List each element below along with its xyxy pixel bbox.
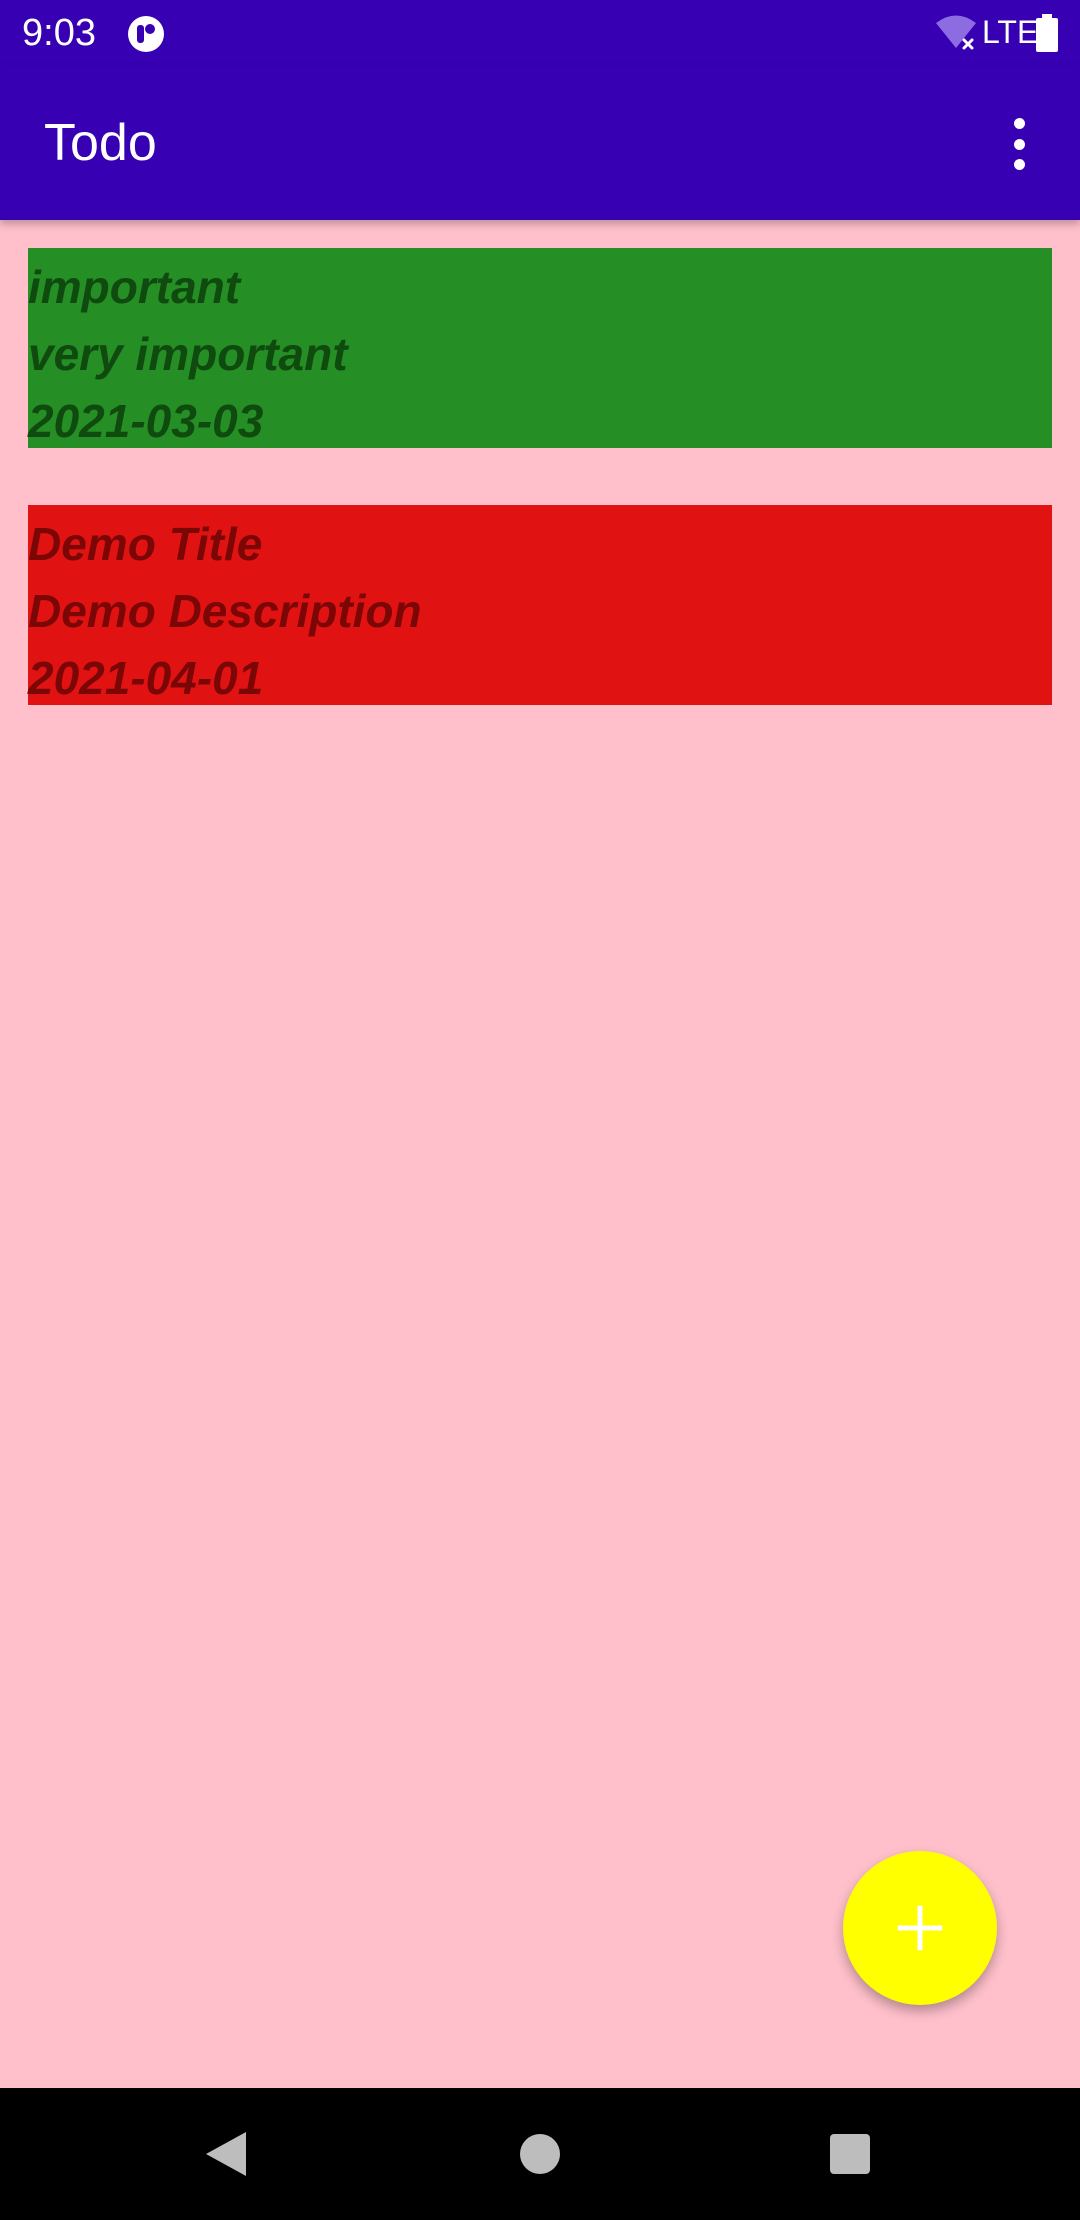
- app-bar: Todo: [0, 66, 1080, 220]
- menu-dot: [1013, 159, 1025, 170]
- todo-title: Demo Title: [28, 518, 263, 570]
- wifi-off-icon: [936, 15, 976, 50]
- todo-item[interactable]: Demo Title Demo Description 2021-04-01: [28, 505, 1052, 705]
- menu-dot: [1013, 138, 1025, 150]
- navigation-bar: [0, 2088, 1080, 2220]
- more-vert-icon[interactable]: [992, 114, 1046, 174]
- battery-icon: [1036, 14, 1058, 52]
- todo-title: important: [28, 261, 241, 313]
- screen: 9:03 LTE Todo important very important 2…: [0, 0, 1080, 2220]
- todo-description: very important: [28, 328, 348, 380]
- menu-dot: [1013, 118, 1025, 129]
- todo-date: 2021-04-01: [28, 652, 264, 704]
- app-notification-icon: [128, 16, 164, 52]
- app-title: Todo: [44, 114, 157, 172]
- add-todo-button[interactable]: [843, 1851, 997, 2005]
- todo-item[interactable]: important very important 2021-03-03: [28, 248, 1052, 448]
- todo-date: 2021-03-03: [28, 395, 264, 447]
- status-time: 9:03: [22, 12, 96, 54]
- status-bar: 9:03 LTE: [0, 0, 1080, 66]
- network-type: LTE: [982, 14, 1039, 50]
- todo-list: important very important 2021-03-03 Demo…: [28, 248, 1052, 762]
- recents-icon[interactable]: [814, 2118, 886, 2190]
- home-icon[interactable]: [504, 2118, 576, 2190]
- todo-description: Demo Description: [28, 585, 422, 637]
- add-icon: [897, 1905, 943, 1951]
- back-icon[interactable]: [190, 2118, 262, 2190]
